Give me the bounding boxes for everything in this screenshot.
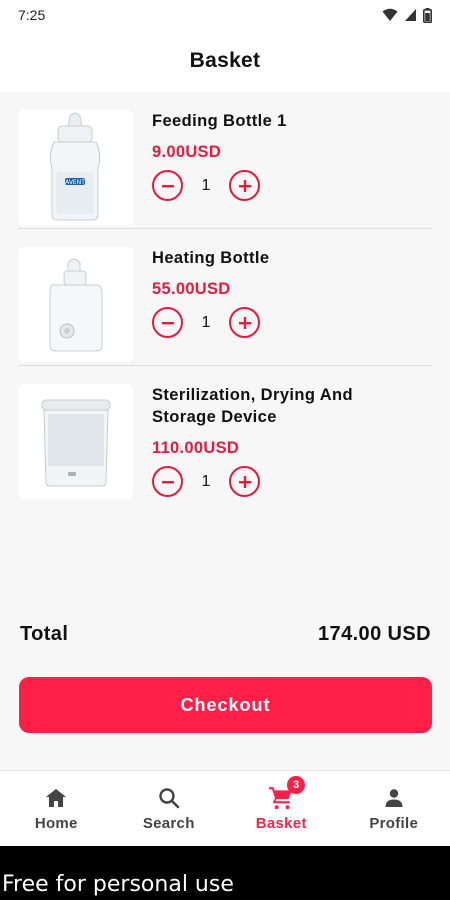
- wifi-icon: [382, 8, 398, 21]
- svg-text:AVENT: AVENT: [65, 179, 85, 186]
- basket-list: AVENT Feeding Bottle 1 9.00USD 1 Heating…: [0, 92, 450, 770]
- home-icon: [43, 785, 69, 811]
- quantity-stepper: 1: [152, 466, 260, 497]
- item-name: Feeding Bottle 1: [152, 112, 287, 130]
- status-time: 7:25: [18, 7, 46, 23]
- nav-item-search[interactable]: Search: [113, 771, 226, 847]
- minus-icon: [161, 184, 174, 187]
- plus-icon: [238, 179, 251, 192]
- minus-icon: [161, 480, 174, 483]
- search-icon: [156, 785, 182, 811]
- increase-quantity-button[interactable]: [229, 170, 260, 201]
- quantity-value: 1: [201, 176, 211, 194]
- decrease-quantity-button[interactable]: [152, 307, 183, 338]
- item-price: 110.00USD: [152, 439, 240, 457]
- nav-item-basket[interactable]: 3 Basket: [225, 771, 338, 847]
- plus-icon: [238, 316, 251, 329]
- minus-icon: [161, 321, 174, 324]
- quantity-value: 1: [201, 472, 211, 490]
- decrease-quantity-button[interactable]: [152, 466, 183, 497]
- basket-item: Sterilization, Drying And Storage Device…: [18, 366, 432, 526]
- item-name: Sterilization, Drying And Storage Device: [152, 386, 353, 426]
- nav-item-profile[interactable]: Profile: [338, 771, 450, 847]
- battery-icon: [423, 7, 432, 23]
- quantity-value: 1: [201, 313, 211, 331]
- basket-item: Heating Bottle 55.00USD 1: [18, 229, 432, 366]
- nav-label: Profile: [369, 815, 419, 832]
- nav-label: Search: [142, 815, 195, 832]
- app-header: Basket: [0, 30, 450, 92]
- feeding-bottle-image[interactable]: AVENT: [18, 110, 133, 225]
- item-price: 55.00USD: [152, 280, 231, 298]
- cart-count-badge: 3: [287, 776, 305, 794]
- bottom-nav: Home Search 3 Basket Profile: [0, 770, 450, 846]
- status-bar: 7:25: [0, 0, 450, 30]
- nav-label: Basket: [255, 815, 307, 832]
- signal-icon: [405, 9, 416, 21]
- total-label: Total: [20, 623, 69, 645]
- quantity-stepper: 1: [152, 307, 260, 338]
- sterilizer-image[interactable]: [18, 384, 133, 499]
- watermark-bar: Free for personal use: [0, 846, 450, 900]
- nav-label: Home: [34, 815, 78, 832]
- page-title: Basket: [189, 49, 261, 72]
- plus-icon: [238, 475, 251, 488]
- item-name: Heating Bottle: [152, 249, 270, 267]
- quantity-stepper: 1: [152, 170, 260, 201]
- bottle-warmer-image[interactable]: [18, 247, 133, 362]
- decrease-quantity-button[interactable]: [152, 170, 183, 201]
- item-price: 9.00USD: [152, 143, 222, 161]
- nav-item-home[interactable]: Home: [0, 771, 113, 847]
- increase-quantity-button[interactable]: [229, 307, 260, 338]
- basket-item: AVENT Feeding Bottle 1 9.00USD 1: [18, 92, 432, 229]
- checkout-button[interactable]: Checkout: [19, 677, 432, 733]
- increase-quantity-button[interactable]: [229, 466, 260, 497]
- total-value: 174.00 USD: [318, 623, 431, 645]
- status-icons: [382, 7, 432, 23]
- person-icon: [381, 785, 407, 811]
- watermark-text: Free for personal use: [2, 872, 234, 897]
